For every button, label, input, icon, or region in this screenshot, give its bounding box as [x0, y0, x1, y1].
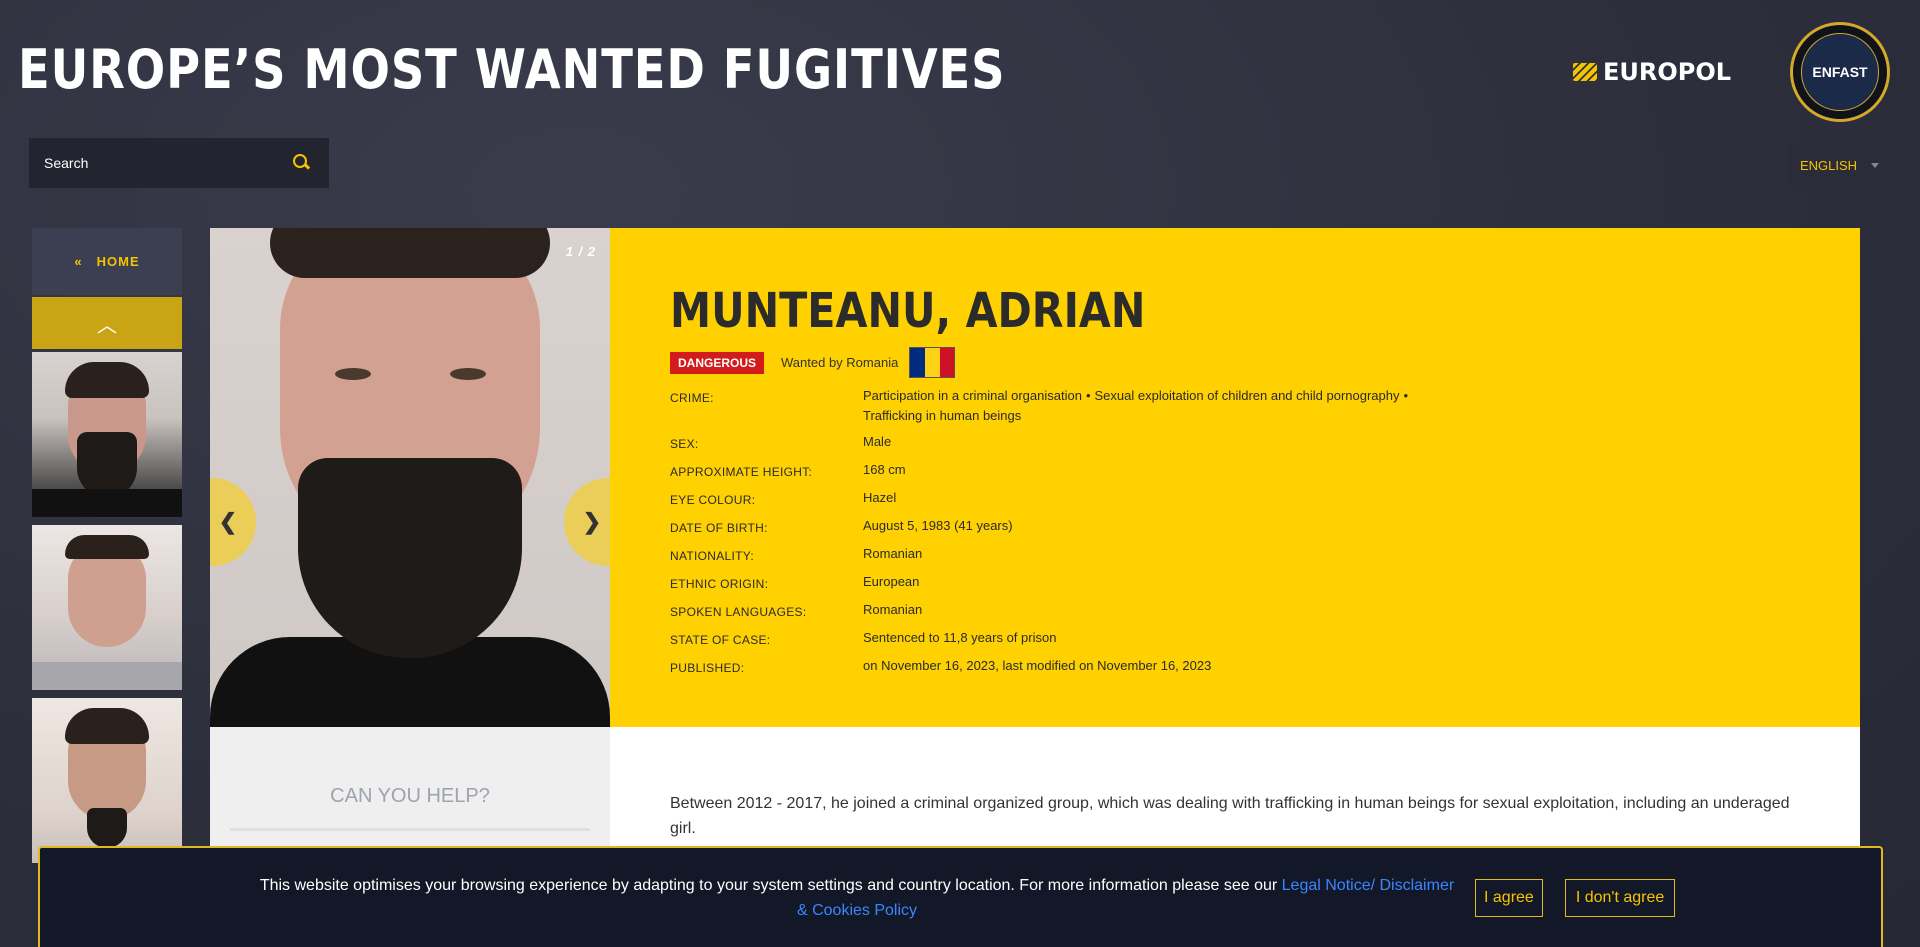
language-select[interactable]: ENGLISH — [1788, 144, 1888, 186]
home-label: HOME — [96, 254, 140, 269]
detail-row-nationality: NATIONALITY: Romanian — [670, 546, 923, 563]
language-selected: ENGLISH — [1800, 157, 1858, 173]
detail-row-published: PUBLISHED: on November 16, 2023, last mod… — [670, 658, 1212, 675]
search-input[interactable]: Search — [29, 138, 329, 188]
cookie-text: This website optimises your browsing exp… — [259, 876, 1278, 894]
enfast-logo[interactable]: ENFAST — [1790, 22, 1890, 122]
fugitive-thumbnail-3[interactable] — [32, 698, 182, 863]
search-icon[interactable] — [293, 154, 311, 172]
enfast-logo-text: ENFAST — [1801, 33, 1879, 111]
detail-row-ethnic-origin: ETHNIC ORIGIN: European — [670, 574, 920, 591]
photo-counter: 1 / 2 — [565, 244, 596, 259]
scroll-up-button[interactable]: ︿ — [32, 297, 182, 349]
detail-row-eye-colour: EYE COLOUR: Hazel — [670, 490, 897, 507]
detail-row-state-of-case: STATE OF CASE: Sentenced to 11,8 years of… — [670, 630, 1057, 647]
agree-button[interactable]: I agree — [1475, 878, 1543, 917]
sidebar: « HOME ︿ — [32, 228, 182, 863]
chevron-up-icon: ︿ — [97, 314, 117, 337]
europol-logo-text: EUROPOL — [1603, 58, 1732, 86]
can-you-help-heading: CAN YOU HELP? — [330, 785, 490, 807]
crime-item[interactable]: Participation in a criminal organisation — [863, 388, 1082, 403]
detail-row-height: APPROXIMATE HEIGHT: 168 cm — [670, 462, 906, 479]
fugitive-name: MUNTEANU, ADRIAN — [670, 283, 1146, 339]
wanted-by: Wanted by Romania — [781, 355, 899, 370]
chevron-down-icon — [1871, 162, 1880, 168]
crime-item[interactable]: Trafficking in human beings — [863, 408, 1021, 423]
romania-flag-icon — [909, 347, 956, 378]
detail-row-sex: SEX: Male — [670, 434, 892, 451]
search-placeholder: Search — [44, 155, 89, 171]
europol-mark-icon — [1573, 63, 1597, 81]
fugitive-thumbnail-1[interactable] — [32, 352, 182, 517]
chevron-right-icon: ❯ — [582, 509, 602, 534]
cookie-banner: This website optimises your browsing exp… — [38, 846, 1883, 947]
fugitive-photo: 1 / 2 — [210, 228, 610, 727]
double-chevron-left-icon: « — [74, 254, 83, 269]
disagree-button[interactable]: I don't agree — [1564, 878, 1676, 917]
fugitive-thumbnail-2[interactable] — [32, 525, 182, 690]
chevron-left-icon: ❮ — [218, 509, 238, 534]
description-text: Between 2012 - 2017, he joined a crimina… — [670, 795, 1790, 837]
home-button[interactable]: « HOME — [32, 228, 182, 295]
status-badge: DANGEROUS — [670, 351, 765, 374]
page-title: EUROPE’S MOST WANTED FUGITIVES — [18, 38, 1006, 101]
cookie-message: This website optimises your browsing exp… — [257, 873, 1457, 923]
crime-row: CRIME: Participation in a criminal organ… — [670, 386, 1860, 426]
crime-label: CRIME: — [670, 391, 714, 405]
detail-row-date-of-birth: DATE OF BIRTH: August 5, 1983 (41 years) — [670, 518, 1013, 535]
detail-row-languages: SPOKEN LANGUAGES: Romanian — [670, 602, 923, 619]
divider — [230, 828, 590, 831]
crime-item[interactable]: Sexual exploitation of children and chil… — [1095, 388, 1400, 403]
europol-logo[interactable]: EUROPOL — [1573, 58, 1731, 86]
profile-panel: MUNTEANU, ADRIAN DANGEROUS Wanted by Rom… — [610, 228, 1860, 727]
